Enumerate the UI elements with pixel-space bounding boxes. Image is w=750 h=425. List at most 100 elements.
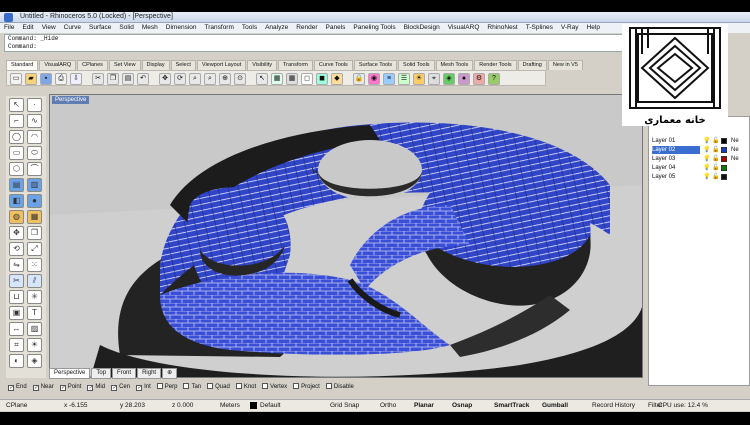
open-folder-icon[interactable]: ▰ bbox=[25, 73, 37, 85]
tab-curve-tools[interactable]: Curve Tools bbox=[313, 60, 353, 70]
viewport-tab-perspective[interactable]: Perspective bbox=[49, 368, 91, 379]
layer-color-swatch[interactable] bbox=[721, 156, 727, 162]
import-icon[interactable]: ⇩ bbox=[70, 73, 82, 85]
zoom-selected-icon[interactable]: ⊙ bbox=[234, 73, 246, 85]
layer-lock-icon[interactable]: 🔓 bbox=[712, 137, 719, 145]
command-area[interactable]: Command: _Hide Command: bbox=[4, 34, 624, 52]
osnap-icon[interactable]: ⌖ bbox=[428, 73, 440, 85]
tab-visibility[interactable]: Visibility bbox=[247, 60, 277, 70]
text-icon[interactable]: T bbox=[27, 306, 42, 320]
menu-item-edit[interactable]: Edit bbox=[22, 23, 33, 33]
viewport-tab-top[interactable]: Top bbox=[91, 368, 112, 379]
polyline-icon[interactable]: ⌐ bbox=[9, 114, 24, 128]
tab-visualarq[interactable]: VisualARQ bbox=[39, 60, 77, 70]
render-tool-icon[interactable]: ◐ bbox=[9, 354, 24, 368]
trim-icon[interactable]: ✂ bbox=[9, 274, 24, 288]
rotate-icon[interactable]: ⟲ bbox=[9, 242, 24, 256]
layer-row-1[interactable]: Layer 01 bbox=[652, 137, 675, 145]
menu-item-transform[interactable]: Transform bbox=[205, 23, 234, 33]
toggle-gumball[interactable]: Gumball bbox=[542, 402, 568, 409]
status-layer[interactable]: Default bbox=[260, 402, 281, 409]
layer-visibility-icon[interactable]: 💡 bbox=[703, 137, 710, 145]
osnap-tan[interactable]: Tan bbox=[183, 382, 201, 392]
viewport-tab-front[interactable]: Front bbox=[112, 368, 137, 379]
toggle-record-history[interactable]: Record History bbox=[592, 402, 635, 409]
join-icon[interactable]: ⊔ bbox=[9, 290, 24, 304]
layer-row-4[interactable]: Layer 04 bbox=[652, 164, 675, 172]
copy-object-icon[interactable]: ❐ bbox=[27, 226, 42, 240]
osnap-vertex[interactable]: Vertex bbox=[262, 382, 287, 392]
tab-display[interactable]: Display bbox=[141, 60, 170, 70]
options-icon[interactable]: ⚙ bbox=[473, 73, 485, 85]
layer-lock-icon[interactable]: 🔓 bbox=[712, 173, 719, 181]
fillet-icon[interactable]: ⌒ bbox=[27, 162, 42, 176]
osnap-quad[interactable]: Quad bbox=[207, 382, 230, 392]
pan-icon[interactable]: ✥ bbox=[159, 73, 171, 85]
rectangle-icon[interactable]: ▭ bbox=[9, 146, 24, 160]
polygon-icon[interactable]: ⬡ bbox=[9, 162, 24, 176]
rendered-icon[interactable]: ◆ bbox=[331, 73, 343, 85]
tab-set-view[interactable]: Set View bbox=[108, 60, 141, 70]
new-file-icon[interactable]: ▭ bbox=[10, 73, 22, 85]
viewport-tab-right[interactable]: Right bbox=[137, 368, 162, 379]
undo-icon[interactable]: ↶ bbox=[137, 73, 149, 85]
ellipse-icon[interactable]: ⬭ bbox=[27, 146, 42, 160]
menu-item-paneling-tools[interactable]: Paneling Tools bbox=[353, 23, 395, 33]
tab-viewport-layout[interactable]: Viewport Layout bbox=[196, 60, 247, 70]
lock-icon[interactable]: 🔒 bbox=[353, 73, 365, 85]
camera-icon[interactable]: ◈ bbox=[27, 354, 42, 368]
tab-render-tools[interactable]: Render Tools bbox=[474, 60, 517, 70]
menu-item-panels[interactable]: Panels bbox=[326, 23, 346, 33]
tab-cplanes[interactable]: CPlanes bbox=[77, 60, 108, 70]
layer-lock-icon[interactable]: 🔓 bbox=[712, 164, 719, 172]
osnap-knot[interactable]: Knot bbox=[235, 382, 256, 392]
layer-visibility-icon[interactable]: 💡 bbox=[703, 155, 710, 163]
menu-item-v-ray[interactable]: V-Ray bbox=[561, 23, 579, 33]
tab-standard[interactable]: Standard bbox=[6, 60, 39, 70]
toggle-planar[interactable]: Planar bbox=[414, 402, 434, 409]
menu-item-surface[interactable]: Surface bbox=[89, 23, 111, 33]
menu-item-help[interactable]: Help bbox=[587, 23, 600, 33]
tab-surface-tools[interactable]: Surface Tools bbox=[353, 60, 398, 70]
tab-transform[interactable]: Transform bbox=[278, 60, 313, 70]
osnap-project[interactable]: Project bbox=[293, 382, 320, 392]
command-prompt[interactable]: Command: bbox=[5, 43, 623, 51]
properties-icon[interactable]: ☰ bbox=[398, 73, 410, 85]
light-tool-icon[interactable]: ☀ bbox=[27, 338, 42, 352]
rotate-view-icon[interactable]: ⟳ bbox=[174, 73, 186, 85]
osnap-near[interactable]: ✓ Near bbox=[32, 382, 54, 392]
arc-icon[interactable]: ◠ bbox=[27, 130, 42, 144]
tab-select[interactable]: Select bbox=[170, 60, 196, 70]
layer-color-swatch[interactable] bbox=[721, 138, 727, 144]
osnap-disable[interactable]: Disable bbox=[325, 382, 354, 392]
boolean-icon[interactable]: ◍ bbox=[9, 210, 24, 224]
toggle-grid-snap[interactable]: Grid Snap bbox=[330, 402, 359, 409]
analyze-icon[interactable]: ⌗ bbox=[9, 338, 24, 352]
paste-icon[interactable]: ▤ bbox=[122, 73, 134, 85]
perspective-viewport[interactable]: Perspective bbox=[49, 94, 643, 378]
osnap-int[interactable]: ✓ Int bbox=[136, 382, 151, 392]
add-viewport-icon[interactable]: ⊕ bbox=[162, 368, 178, 379]
menu-item-t-splines[interactable]: T-Splines bbox=[526, 23, 553, 33]
extrude-icon[interactable]: ▥ bbox=[27, 178, 42, 192]
scale-icon[interactable]: ⤢ bbox=[27, 242, 42, 256]
select-arrow-icon[interactable]: ↖ bbox=[9, 98, 24, 112]
layer-row-3[interactable]: Layer 03 bbox=[652, 155, 675, 163]
menu-item-mesh[interactable]: Mesh bbox=[142, 23, 158, 33]
layer-color-swatch[interactable] bbox=[721, 174, 727, 180]
layer-lock-icon[interactable]: 🔓 bbox=[712, 155, 719, 163]
osnap-point[interactable]: ✓ Point bbox=[59, 382, 81, 392]
zoom-window-icon[interactable]: ⌕ bbox=[204, 73, 216, 85]
menu-item-view[interactable]: View bbox=[42, 23, 56, 33]
group-icon[interactable]: ▣ bbox=[9, 306, 24, 320]
circle-icon[interactable]: ◯ bbox=[9, 130, 24, 144]
menu-item-tools[interactable]: Tools bbox=[242, 23, 257, 33]
light-icon[interactable]: ☀ bbox=[413, 73, 425, 85]
point-icon[interactable]: · bbox=[27, 98, 42, 112]
menu-item-curve[interactable]: Curve bbox=[64, 23, 81, 33]
curve-icon[interactable]: ∿ bbox=[27, 114, 42, 128]
menu-item-visualarq[interactable]: VisualARQ bbox=[448, 23, 480, 33]
tab-drafting[interactable]: Drafting bbox=[517, 60, 547, 70]
layer-lock-icon[interactable]: 🔓 bbox=[712, 146, 719, 154]
layer-icon[interactable]: ≡ bbox=[383, 73, 395, 85]
